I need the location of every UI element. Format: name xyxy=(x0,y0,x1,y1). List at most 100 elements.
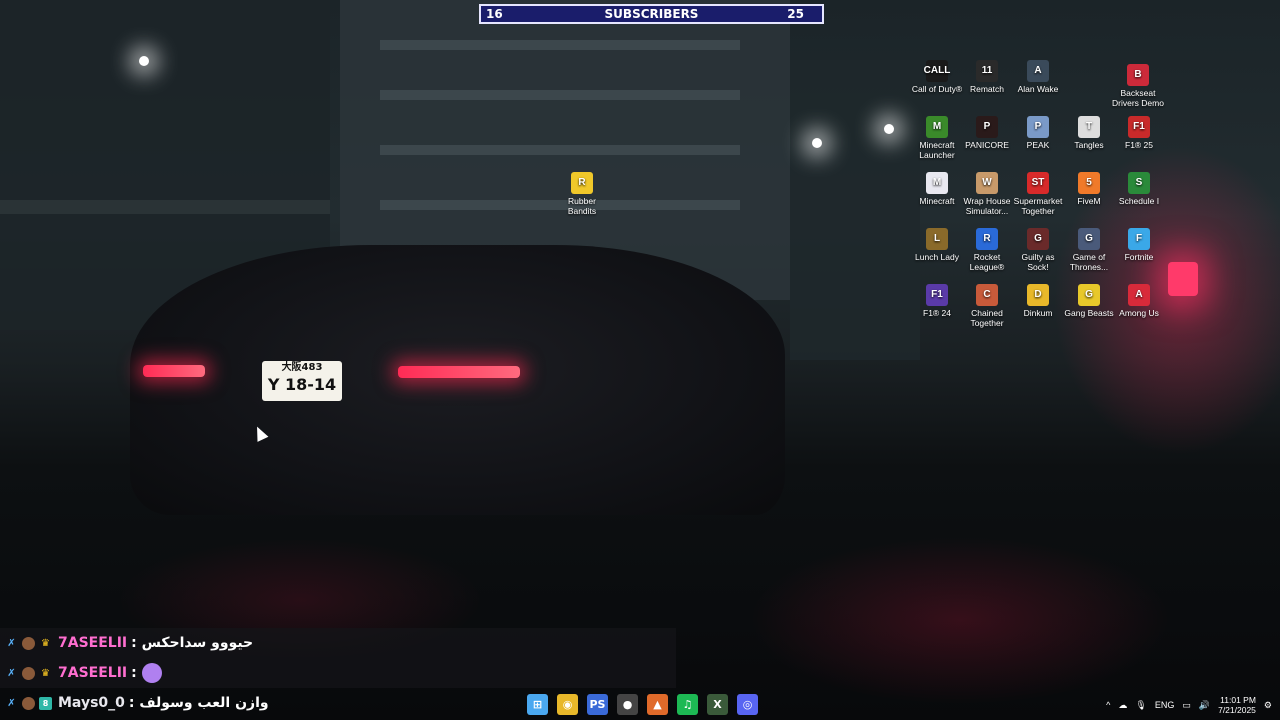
desktop-shortcut[interactable]: 11 Rematch xyxy=(959,60,1015,94)
desktop-shortcut[interactable]: A Alan Wake xyxy=(1010,60,1066,94)
desktop-shortcut-label: Minecraft xyxy=(919,196,955,206)
backseat-drivers-icon: B xyxy=(1127,64,1149,86)
desktop-shortcut-label: Among Us xyxy=(1119,308,1159,318)
tray-overflow-chevron-icon[interactable]: ^ xyxy=(1106,700,1110,710)
desktop-shortcut[interactable]: F1 F1® 24 xyxy=(909,284,965,318)
desktop-shortcut[interactable]: D Dinkum xyxy=(1010,284,1066,318)
desktop-shortcut-label: Guilty as Sock! xyxy=(1021,252,1055,272)
desktop-shortcut-label: FiveM xyxy=(1077,196,1101,206)
desktop-shortcut[interactable]: P PANICORE xyxy=(959,116,1015,150)
game-of-thrones-icon: G xyxy=(1078,228,1100,250)
desktop-shortcut[interactable]: G Game of Thrones... xyxy=(1061,228,1117,272)
taskbar-apps: ⊞ ◉ PS ● ▲ ♫ X ◎ xyxy=(527,694,758,715)
desktop-shortcut-label: Alan Wake xyxy=(1017,84,1059,94)
desktop-shortcut[interactable]: R Rubber Bandits xyxy=(554,172,610,216)
desktop-shortcut[interactable]: S Schedule I xyxy=(1111,172,1167,206)
onedrive-icon[interactable]: ☁ xyxy=(1118,700,1127,711)
plate-bottom-text: Y 18-14 xyxy=(267,375,337,394)
taskbar: ⊞ ◉ PS ● ▲ ♫ X ◎ ^ ☁ 🎙 ENG ▭ 🔊 11:01 PM 7/21/20… xyxy=(0,690,1280,720)
license-plate: 大阪483 Y 18-14 xyxy=(262,361,342,401)
fortnite-icon: F xyxy=(1128,228,1150,250)
chat-message: ✗ ♛ 7ASEELII : حيووو سداحكس xyxy=(0,628,676,658)
cookie-badge-icon xyxy=(22,666,35,680)
desktop-shortcut-label: Backseat Drivers Demo xyxy=(1112,88,1164,108)
alan-wake-icon: A xyxy=(1027,60,1049,82)
desktop-shortcut-label: Fortnite xyxy=(1124,252,1154,262)
desktop-shortcut-label: Wrap House Simulator... xyxy=(963,196,1011,216)
panicore-icon: P xyxy=(976,116,998,138)
start-button[interactable]: ⊞ xyxy=(527,694,548,715)
minecraft-launcher-icon: M xyxy=(926,116,948,138)
plate-top-text: 大阪483 xyxy=(281,362,323,373)
desktop-shortcut[interactable]: F Fortnite xyxy=(1111,228,1167,262)
f1-24-icon: F1 xyxy=(926,284,948,306)
desktop-shortcut[interactable]: M Minecraft Launcher xyxy=(909,116,965,160)
desktop-shortcut-label: PANICORE xyxy=(965,140,1009,150)
desktop-shortcut-label: Supermarket Together xyxy=(1013,196,1063,216)
desktop-shortcut-label: Call of Duty® xyxy=(911,84,963,94)
minecraft-file-icon: M xyxy=(926,172,948,194)
desktop-shortcut[interactable]: L Lunch Lady xyxy=(909,228,965,262)
chat-separator: : xyxy=(131,635,137,651)
crown-badge-icon: ♛ xyxy=(41,667,50,679)
tangles-icon: T xyxy=(1078,116,1100,138)
peak-icon: P xyxy=(1027,116,1049,138)
dinkum-icon: D xyxy=(1027,284,1049,306)
supermarket-together-icon: ST xyxy=(1027,172,1049,194)
desktop-shortcut[interactable]: P PEAK xyxy=(1010,116,1066,150)
language-indicator[interactable]: ENG xyxy=(1155,700,1175,710)
desktop-shortcut[interactable]: F1 F1® 25 xyxy=(1111,116,1167,150)
brave-icon[interactable]: ▲ xyxy=(647,694,668,715)
chat-separator: : xyxy=(131,665,137,681)
desktop-shortcut-label: Gang Beasts xyxy=(1064,308,1114,318)
desktop-shortcut[interactable]: G Gang Beasts xyxy=(1061,284,1117,318)
desktop-shortcut[interactable]: T Tangles xyxy=(1061,116,1117,150)
desktop-shortcut[interactable]: CALL Call of Duty® xyxy=(909,60,965,94)
desktop-shortcut[interactable]: B Backseat Drivers Demo xyxy=(1110,64,1166,108)
subscriber-goal: 25 xyxy=(787,7,804,21)
gang-beasts-icon: G xyxy=(1078,284,1100,306)
wrap-house-icon: W xyxy=(976,172,998,194)
chrome-icon[interactable]: ◉ xyxy=(557,694,578,715)
volume-icon[interactable]: 🔊 xyxy=(1199,700,1210,711)
guilty-as-sock-icon: G xyxy=(1027,228,1049,250)
desktop-shortcut-label: Schedule I xyxy=(1118,196,1160,206)
ps-remote-icon[interactable]: PS xyxy=(587,694,608,715)
cookie-badge-icon xyxy=(22,636,35,650)
moderator-badge-icon: ✗ xyxy=(7,637,16,649)
xbox-icon[interactable]: X xyxy=(707,694,728,715)
clock-time: 11:01 PM xyxy=(1220,695,1256,705)
chat-username: 7ASEELII xyxy=(58,665,128,681)
desktop-shortcut-label: Game of Thrones... xyxy=(1069,252,1109,272)
desktop-shortcut[interactable]: G Guilty as Sock! xyxy=(1010,228,1066,272)
desktop-shortcut[interactable]: ST Supermarket Together xyxy=(1010,172,1066,216)
f1-25-icon: F1 xyxy=(1128,116,1150,138)
network-icon[interactable]: ▭ xyxy=(1182,700,1191,711)
chat-message: ✗ ♛ 7ASEELII : xyxy=(0,658,676,688)
desktop-shortcut[interactable]: C Chained Together xyxy=(959,284,1015,328)
desktop-shortcut-label: F1® 25 xyxy=(1125,140,1153,150)
spotify-icon[interactable]: ♫ xyxy=(677,694,698,715)
desktop-shortcut[interactable]: A Among Us xyxy=(1111,284,1167,318)
desktop-shortcut[interactable]: R Rocket League® xyxy=(959,228,1015,272)
desktop-shortcut-label: Rubber Bandits xyxy=(567,196,597,216)
clock-date: 7/21/2025 xyxy=(1218,705,1256,715)
desktop-shortcut[interactable]: M Minecraft xyxy=(909,172,965,206)
obs-icon[interactable]: ● xyxy=(617,694,638,715)
desktop-shortcut-label: Rematch xyxy=(969,84,1004,94)
system-tray: ^ ☁ 🎙 ENG ▭ 🔊 11:01 PM 7/21/2025 ⚙ xyxy=(1106,690,1280,720)
desktop-shortcut-label: PEAK xyxy=(1026,140,1050,150)
among-us-icon: A xyxy=(1128,284,1150,306)
desktop-shortcut[interactable]: W Wrap House Simulator... xyxy=(959,172,1015,216)
chained-together-icon: C xyxy=(976,284,998,306)
discord-icon[interactable]: ◎ xyxy=(737,694,758,715)
microphone-icon[interactable]: 🎙 xyxy=(1135,700,1146,711)
rematch-icon: 11 xyxy=(976,60,998,82)
call-of-duty-icon: CALL xyxy=(924,60,950,82)
desktop-shortcut-label: Minecraft Launcher xyxy=(919,140,955,160)
subscriber-goal-bar: 16 SUBSCRIBERS 25 xyxy=(479,4,824,24)
clock[interactable]: 11:01 PM 7/21/2025 xyxy=(1218,695,1256,715)
notifications-icon[interactable]: ⚙ xyxy=(1264,700,1272,711)
crown-badge-icon: ♛ xyxy=(41,637,50,649)
desktop-shortcut[interactable]: 5 FiveM xyxy=(1061,172,1117,206)
